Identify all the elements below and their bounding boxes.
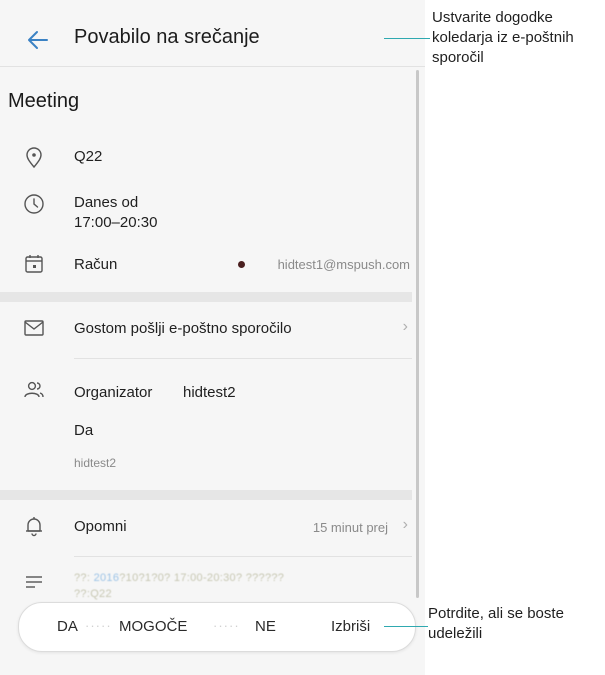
location-pin-icon <box>22 146 46 170</box>
section-separator <box>0 490 412 500</box>
notes-line-1-part-a: ??: <box>74 572 91 584</box>
chevron-right-icon: › <box>402 516 408 533</box>
yes-button[interactable]: DA <box>57 618 78 635</box>
calendar-row[interactable]: Račun hidtest1@mspush.com <box>0 250 412 280</box>
callout-line-bottom <box>384 626 428 627</box>
response-action-bar: DA ····· MOGOČE ····· NE Izbriši <box>18 602 416 652</box>
callout-top-line-3: sporočil <box>432 49 484 66</box>
email-guests-label: Gostom pošlji e-poštno sporočilo <box>74 320 292 337</box>
bell-icon <box>22 514 46 538</box>
notes-line-2: ??:Q22 <box>74 588 112 600</box>
callout-bottom-line-2: udeležili <box>428 625 483 642</box>
callout-line-top <box>384 38 430 39</box>
notes-line-1-part-b: 2016 <box>93 572 120 584</box>
row-divider <box>74 556 412 557</box>
mail-icon <box>22 316 46 340</box>
notes-lines-icon <box>22 570 46 594</box>
calendar-color-dot <box>238 261 245 268</box>
time-line-2: 17:00–20:30 <box>74 214 158 231</box>
no-button[interactable]: NE <box>255 618 276 635</box>
people-icon <box>22 378 46 402</box>
notes-line-1: ??: 2016?10?1?0? 17:00-20:30? ?????? <box>74 572 284 584</box>
calendar-account: hidtest1@mspush.com <box>277 257 410 272</box>
time-row: Danes od 17:00–20:30 <box>0 190 412 238</box>
attendee-name: hidtest2 <box>74 456 117 470</box>
section-separator <box>0 292 412 302</box>
reminder-label: Opomni <box>74 518 127 535</box>
location-row: Q22 <box>0 144 412 174</box>
time-line-1: Danes od <box>74 194 139 211</box>
header: Povabilo na srečanje <box>0 0 425 78</box>
scrollbar[interactable] <box>416 70 419 598</box>
separator-dots: ····· <box>213 618 240 633</box>
attendee-response: Da <box>74 422 94 439</box>
back-arrow-icon[interactable] <box>24 26 52 54</box>
page-title: Povabilo na srečanje <box>74 26 260 48</box>
organizer-name: hidtest2 <box>183 384 236 401</box>
delete-button[interactable]: Izbriši <box>331 618 370 635</box>
location-text: Q22 <box>74 148 103 165</box>
maybe-button[interactable]: MOGOČE <box>119 618 187 635</box>
header-divider <box>0 66 425 67</box>
callout-top-line-1: Ustvarite dogodke <box>432 9 553 26</box>
organizer-label: Organizator <box>74 384 153 401</box>
callout-bottom-line-1: Potrdite, ali se boste <box>428 605 564 622</box>
reminder-row[interactable]: Opomni 15 minut prej › <box>0 508 412 548</box>
calendar-icon <box>22 252 46 276</box>
reminder-value: 15 minut prej <box>312 520 388 535</box>
email-guests-row[interactable]: Gostom pošlji e-poštno sporočilo › <box>0 310 412 350</box>
calendar-label: Račun <box>74 256 118 273</box>
row-divider <box>74 358 412 359</box>
event-title: Meeting <box>8 90 80 112</box>
organizer-row: Organizator hidtest2 Da hidtest2 <box>0 372 412 484</box>
chevron-right-icon: › <box>402 318 408 335</box>
callout-top-line-2: koledarja iz e-poštnih <box>432 29 574 46</box>
notes-line-1-part-c: ?10?1?0? 17:00-20:30? ?????? <box>119 572 285 584</box>
clock-icon <box>22 192 46 216</box>
separator-dots: ····· <box>85 618 112 633</box>
callout-bottom: Potrdite, ali se boste udeležili <box>428 605 564 644</box>
callout-top: Ustvarite dogodke koledarja iz e-poštnih… <box>432 8 574 68</box>
phone-screen: Povabilo na srečanje Meeting Q22 Danes o… <box>0 0 425 675</box>
